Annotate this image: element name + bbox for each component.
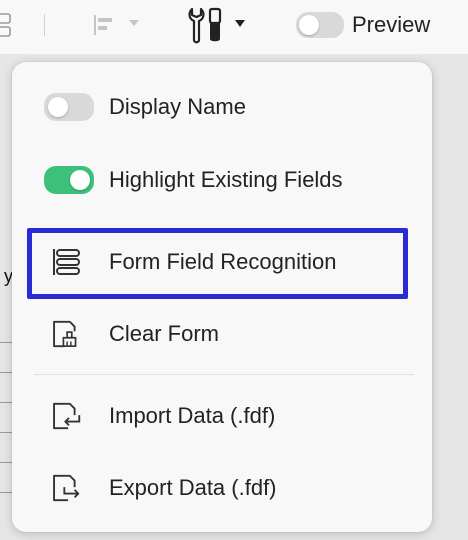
toggle-knob: [70, 170, 90, 190]
align-left-icon[interactable]: [92, 12, 118, 38]
highlight-fields-toggle[interactable]: [44, 166, 94, 194]
clear-form-icon: [53, 320, 77, 348]
menu-item-highlight-existing-fields[interactable]: Highlight Existing Fields: [12, 150, 432, 210]
form-fields-icon: [53, 249, 80, 275]
menu-item-clear-form[interactable]: Clear Form: [12, 304, 432, 364]
form-tools-menu: Display Name Highlight Existing Fields F…: [12, 62, 432, 532]
preview-toggle-knob: [299, 15, 319, 35]
toggle-off-icon: [44, 93, 94, 121]
app-window: Preview y Display Name Highlight Existin…: [0, 0, 468, 540]
panel-toggle-icon[interactable]: [0, 12, 14, 38]
menu-item-label: Display Name: [109, 94, 246, 119]
preview-toggle[interactable]: [296, 12, 344, 38]
menu-item-label: Highlight Existing Fields: [109, 167, 343, 192]
toolbar: Preview: [0, 0, 468, 54]
menu-item-label: Export Data (.fdf): [109, 475, 277, 500]
preview-label[interactable]: Preview: [352, 12, 430, 38]
chevron-down-icon[interactable]: [128, 19, 140, 27]
menu-divider: [34, 374, 414, 375]
menu-item-import-data[interactable]: Import Data (.fdf): [12, 386, 432, 446]
chevron-down-icon[interactable]: [234, 19, 246, 28]
tools-icon[interactable]: [186, 6, 232, 44]
import-data-icon: [53, 402, 81, 430]
menu-item-form-field-recognition[interactable]: Form Field Recognition: [12, 232, 432, 292]
toggle-on-icon: [44, 166, 94, 194]
toolbar-separator: [44, 14, 45, 36]
menu-item-label: Form Field Recognition: [109, 249, 337, 274]
menu-item-label: Import Data (.fdf): [109, 403, 276, 428]
export-data-icon: [53, 474, 80, 502]
menu-item-display-name[interactable]: Display Name: [12, 77, 432, 137]
menu-item-label: Clear Form: [109, 321, 220, 346]
menu-item-export-data[interactable]: Export Data (.fdf): [12, 458, 432, 518]
toggle-knob: [48, 97, 68, 117]
display-name-toggle[interactable]: [44, 93, 94, 121]
